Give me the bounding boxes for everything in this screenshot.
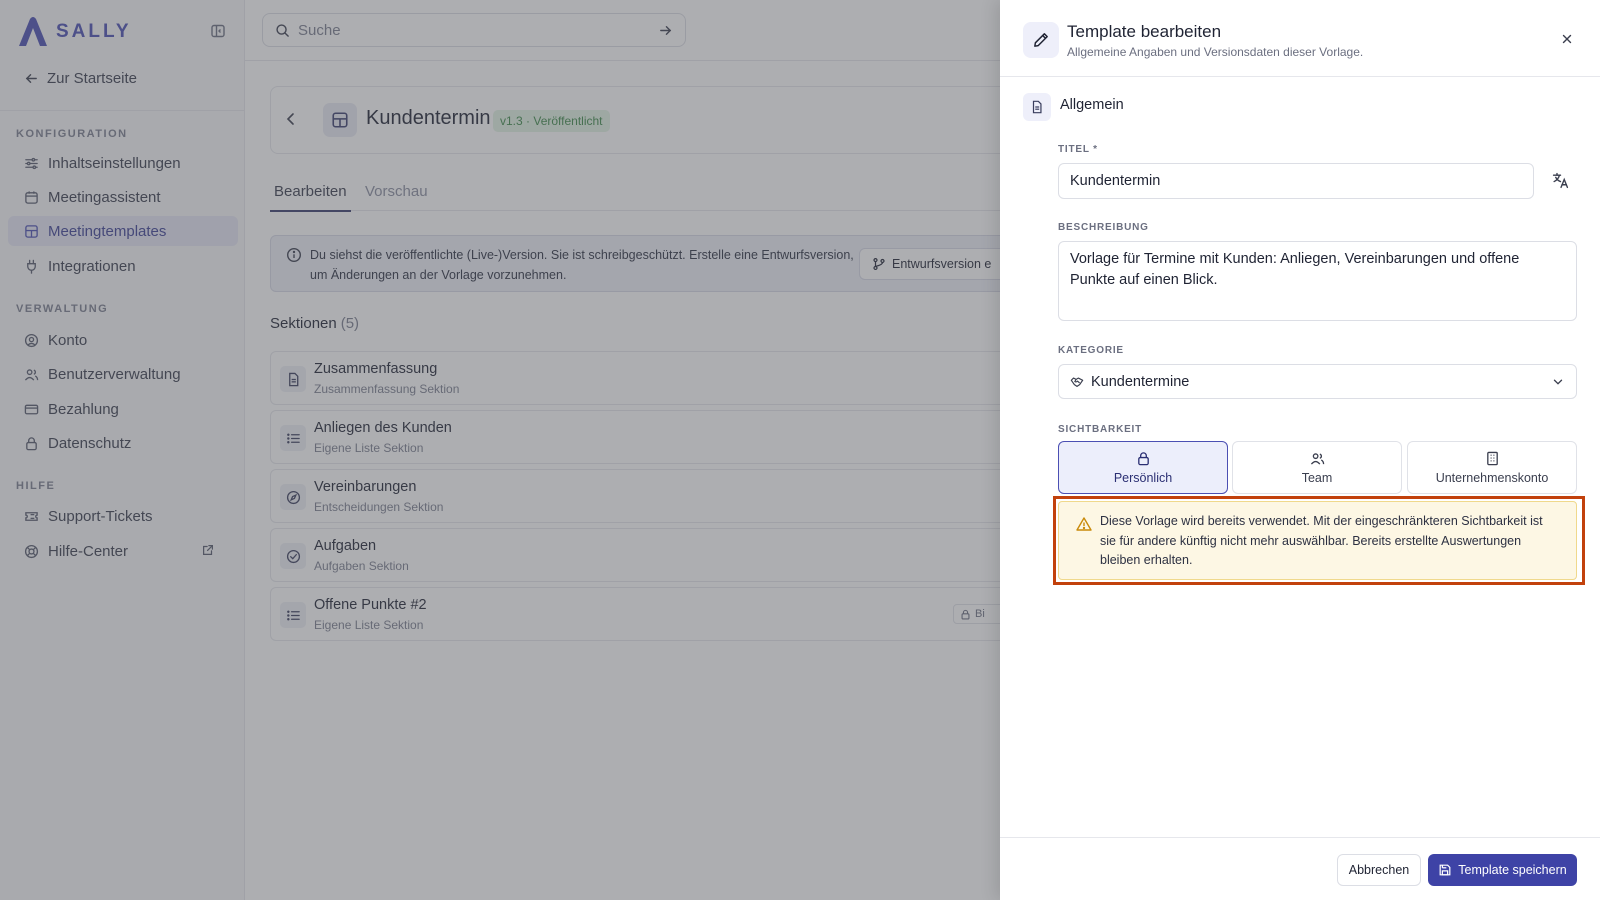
- section-heading-allgemein: Allgemein: [1060, 97, 1124, 113]
- chevron-down-icon: [1553, 379, 1563, 385]
- description-field[interactable]: Vorlage für Termine mit Kunden: Anliegen…: [1058, 241, 1577, 321]
- cancel-button[interactable]: Abbrechen: [1337, 854, 1421, 886]
- pencil-icon: [1023, 22, 1059, 58]
- translate-icon[interactable]: [1552, 172, 1569, 189]
- edit-template-drawer: Template bearbeiten Allgemeine Angaben u…: [1000, 0, 1600, 900]
- visibility-option-company[interactable]: Unternehmenskonto: [1407, 441, 1577, 494]
- lock-icon: [1137, 451, 1149, 465]
- building-icon: [1486, 451, 1498, 465]
- handshake-icon: [1070, 376, 1084, 387]
- close-icon[interactable]: [1560, 32, 1574, 46]
- category-select[interactable]: Kundentermine: [1058, 364, 1577, 399]
- visibility-option-label: Unternehmenskonto: [1435, 470, 1549, 485]
- drawer-header: Template bearbeiten Allgemeine Angaben u…: [1000, 0, 1600, 77]
- title-field[interactable]: Kundentermin: [1058, 163, 1534, 199]
- modal-backdrop[interactable]: [0, 0, 1000, 900]
- category-field-label: KATEGORIE: [1058, 345, 1124, 356]
- document-icon: [1023, 93, 1051, 121]
- visibility-option-label: Team: [1301, 470, 1333, 485]
- users-icon: [1310, 452, 1324, 465]
- drawer-footer: Abbrechen Template speichern: [1000, 837, 1600, 900]
- category-value: Kundentermine: [1091, 373, 1190, 390]
- warning-triangle-icon: [1076, 516, 1092, 532]
- visibility-option-personal[interactable]: Persönlich: [1058, 441, 1228, 494]
- description-field-label: BESCHREIBUNG: [1058, 222, 1149, 233]
- drawer-title: Template bearbeiten: [1067, 22, 1222, 41]
- title-field-label: TITEL *: [1058, 144, 1098, 155]
- visibility-option-label: Persönlich: [1113, 470, 1173, 485]
- visibility-field-label: SICHTBARKEIT: [1058, 424, 1143, 435]
- warning-text: Diese Vorlage wird bereits verwendet. Mi…: [1100, 514, 1543, 567]
- visibility-selector: Persönlich Team Unternehmenskonto: [1058, 441, 1577, 494]
- save-template-button[interactable]: Template speichern: [1428, 854, 1577, 886]
- drawer-subtitle: Allgemeine Angaben und Versionsdaten die…: [1067, 45, 1364, 59]
- save-template-label: Template speichern: [1458, 863, 1567, 877]
- save-icon: [1439, 864, 1451, 876]
- visibility-option-team[interactable]: Team: [1232, 441, 1402, 494]
- visibility-warning-alert: Diese Vorlage wird bereits verwendet. Mi…: [1058, 501, 1577, 580]
